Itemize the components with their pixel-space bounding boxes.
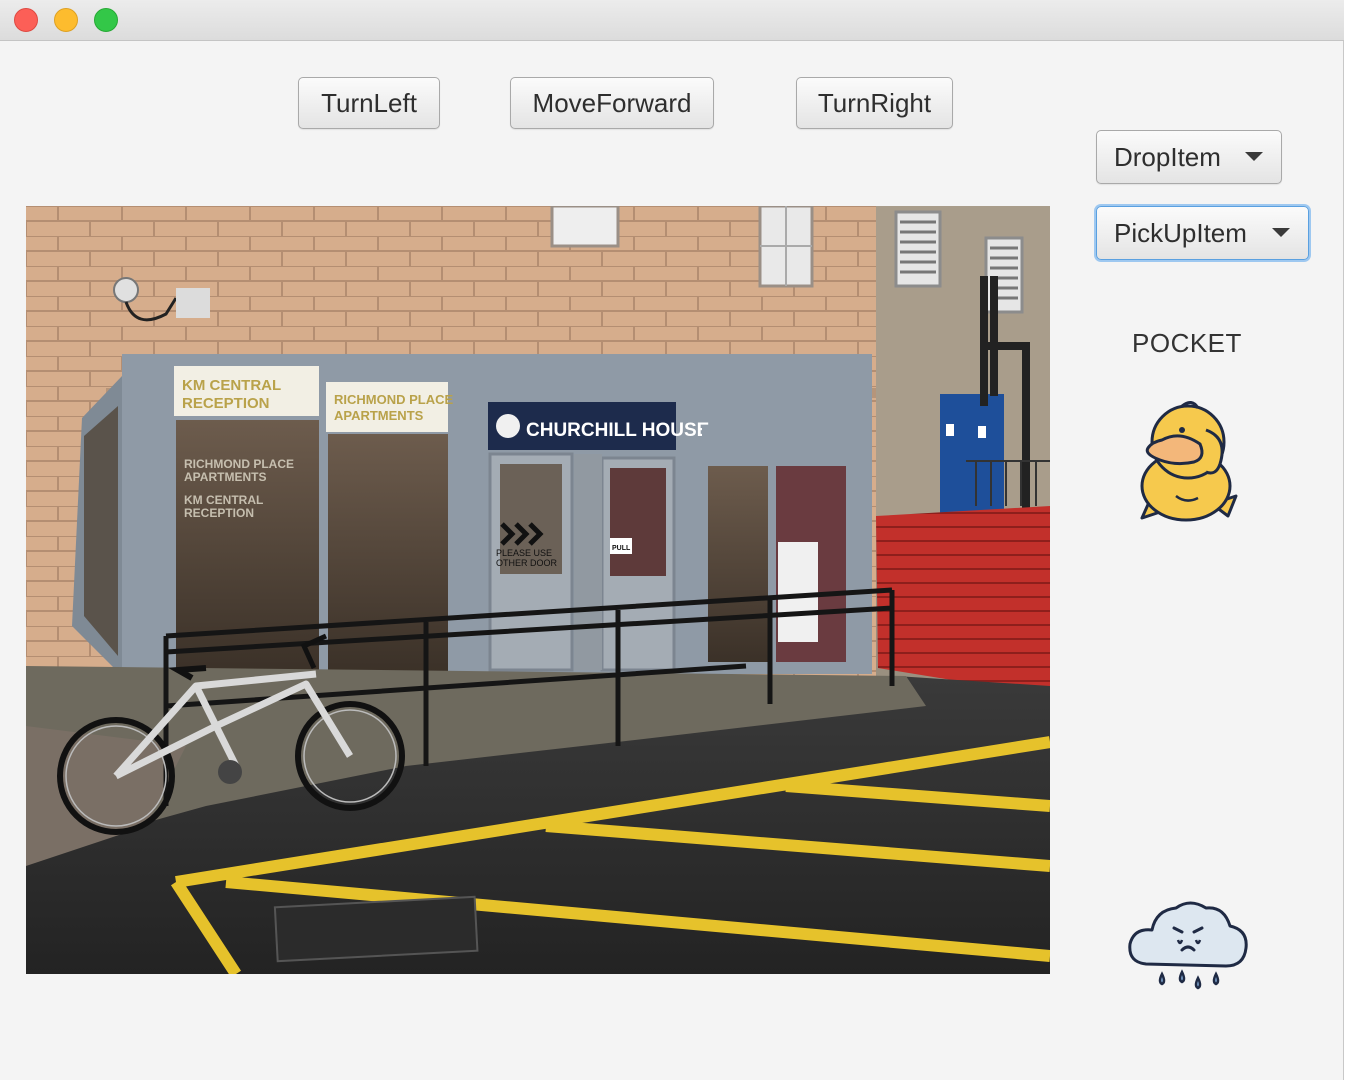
close-icon[interactable]	[14, 8, 38, 32]
drop-item-label: DropItem	[1114, 141, 1221, 172]
turn-right-button[interactable]: TurnRight	[796, 77, 953, 129]
maximize-icon[interactable]	[94, 8, 118, 32]
sign-churchill-house: CHURCHILL HOUSE	[526, 420, 709, 441]
turn-left-button[interactable]: TurnLeft	[298, 77, 440, 129]
minimize-icon[interactable]	[54, 8, 78, 32]
drop-item-menu[interactable]: DropItem	[1096, 130, 1282, 184]
chevron-down-icon	[1245, 152, 1263, 161]
app-window: TurnLeft MoveForward TurnRight DropItem …	[0, 0, 1344, 1080]
pick-up-item-label: PickUpItem	[1114, 217, 1247, 248]
sign-richmond-line2: APARTMENTS	[334, 408, 424, 423]
glass-richmond-line1: RICHMOND PLACE	[184, 457, 294, 471]
glass-km-line2: RECEPTION	[184, 506, 254, 520]
door-note-line2: OTHER DOOR	[496, 558, 558, 568]
glass-km-line1: KM CENTRAL	[184, 493, 263, 507]
door-pull-sign: PULL	[612, 545, 631, 552]
chevron-down-icon	[1272, 228, 1290, 237]
pocket-label: POCKET	[1132, 328, 1242, 358]
glass-richmond-line2: APARTMENTS	[184, 470, 266, 484]
sign-km-line1: KM CENTRAL	[182, 377, 281, 394]
duck-icon	[1140, 401, 1238, 522]
door-note-line1: PLEASE USE	[496, 548, 552, 558]
scene-image: KM CENTRAL RECEPTION RICHMOND PLACE APAR…	[26, 206, 1050, 974]
pick-up-item-menu[interactable]: PickUpItem	[1096, 206, 1309, 260]
crying-cloud-icon	[1128, 901, 1248, 990]
sign-km-line2: RECEPTION	[182, 395, 270, 412]
sign-richmond-line1: RICHMOND PLACE	[334, 392, 453, 407]
title-bar	[0, 0, 1344, 41]
move-forward-button[interactable]: MoveForward	[510, 77, 714, 129]
